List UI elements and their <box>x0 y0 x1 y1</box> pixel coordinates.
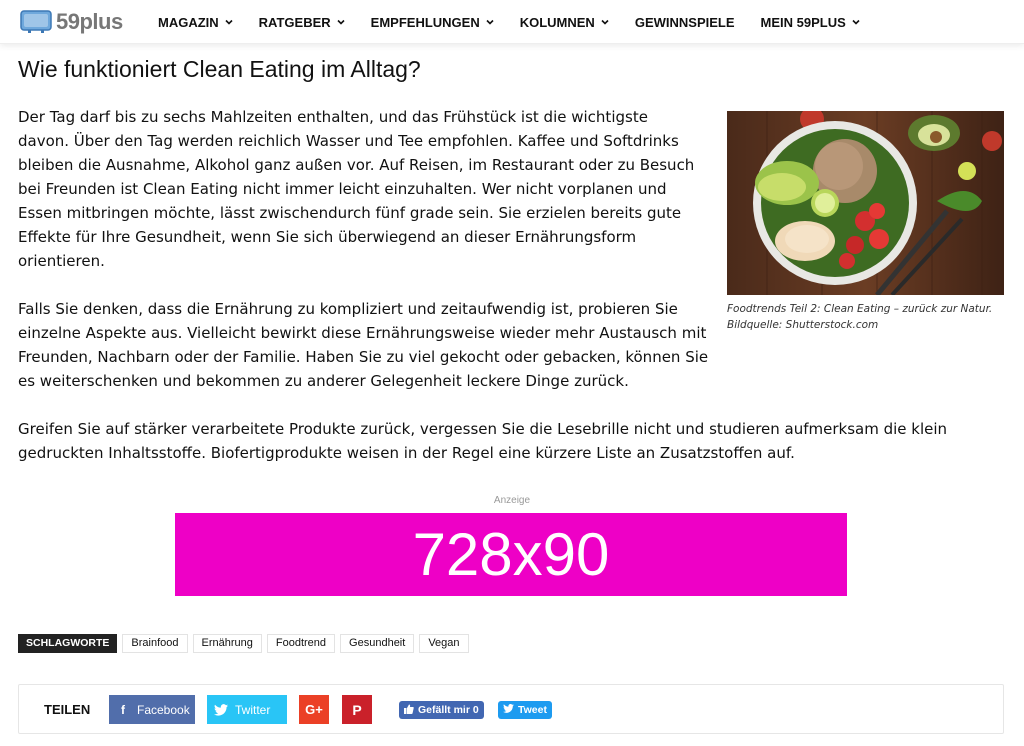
tag-gesundheit[interactable]: Gesundheit <box>340 634 415 653</box>
tag-list: SCHLAGWORTE Brainfood Ernährung Foodtrend G… <box>18 634 474 653</box>
nav-item-kolumnen[interactable]: KOLUMNEN <box>520 15 609 30</box>
nav-item-magazin[interactable]: MAGAZIN <box>158 15 233 30</box>
nav-item-label: GEWINNSPIELE <box>634 14 735 30</box>
paragraph-2-text: Falls Sie denken, dass die Ernährung zu … <box>18 300 709 390</box>
tag-vegan[interactable]: Vegan <box>419 634 469 653</box>
main-nav: MAGAZIN RATGEBER EMPFEHLUNGEN KOLUMNEN GEWIN… <box>158 0 886 44</box>
tv-logo-icon <box>20 10 52 33</box>
nav-item-label: RATGEBER <box>258 14 331 30</box>
tweet-button[interactable]: Tweet <box>498 701 552 719</box>
paragraph-3: Greifen Sie auf stärker verarbeitete Pro… <box>18 420 948 462</box>
salad-bowl-image <box>727 111 1004 295</box>
share-label: TEILEN <box>44 702 91 717</box>
chevron-down-icon <box>337 19 345 25</box>
chevron-down-icon <box>486 19 494 25</box>
facebook-label: Facebook <box>137 702 190 717</box>
chevron-down-icon <box>601 19 609 25</box>
ad-label: Anzeige <box>493 495 531 506</box>
nav-item-label: MEIN 59PLUS <box>760 14 846 30</box>
paragraph-1: Der Tag darf bis zu sechs Mahlzeiten ent… <box>18 108 695 270</box>
nav-item-label: KOLUMNEN <box>519 14 595 30</box>
nav-item-ratgeber[interactable]: RATGEBER <box>259 15 345 30</box>
nav-item-label: EMPFEHLUNGEN <box>370 14 480 30</box>
nav-item-empfehlungen[interactable]: EMPFEHLUNGEN <box>371 15 494 30</box>
facebook-share-button[interactable]: f Facebook <box>109 695 195 724</box>
tags-heading: SCHLAGWORTE <box>18 634 118 653</box>
ad-banner[interactable]: 728x90 <box>175 513 847 596</box>
ad-text: 728x90 <box>412 521 610 588</box>
article-title: Wie funktioniert Clean Eating im Alltag? <box>18 56 421 82</box>
twitter-bird-icon <box>503 704 514 716</box>
site-header: 59plus MAGAZIN RATGEBER EMPFEHLUNGEN KOLUMN… <box>0 0 1024 44</box>
twitter-share-button[interactable]: Twitter <box>207 695 287 724</box>
chevron-down-icon <box>225 19 233 25</box>
pinterest-icon: P <box>352 701 362 718</box>
twitter-bird-icon <box>207 695 235 724</box>
twitter-label: Twitter <box>235 702 271 717</box>
pinterest-share-button[interactable]: P <box>342 695 372 724</box>
float-spacer <box>718 297 1018 369</box>
googleplus-icon: G+ <box>305 702 323 717</box>
nav-item-gewinnspiele[interactable]: GEWINNSPIELE <box>635 15 735 30</box>
facebook-like-button[interactable]: Gefällt mir 0 <box>399 701 484 719</box>
site-logo[interactable]: 59plus <box>20 8 123 36</box>
facebook-icon: f <box>121 702 125 717</box>
tag-brainfood[interactable]: Brainfood <box>122 634 188 653</box>
tweet-label: Tweet <box>518 704 547 716</box>
nav-item-mein-59plus[interactable]: MEIN 59PLUS <box>761 15 860 30</box>
thumbs-up-icon <box>404 704 414 717</box>
logo-text: 59plus <box>56 9 123 34</box>
paragraph-2: Falls Sie denken, dass die Ernährung zu … <box>18 297 1018 393</box>
like-label: Gefällt mir 0 <box>418 704 479 716</box>
googleplus-share-button[interactable]: G+ <box>299 695 329 724</box>
tag-ernährung[interactable]: Ernährung <box>192 634 262 653</box>
chevron-down-icon <box>852 19 860 25</box>
article-image[interactable] <box>727 111 1004 295</box>
tag-foodtrend[interactable]: Foodtrend <box>266 634 336 653</box>
nav-item-label: MAGAZIN <box>158 14 219 30</box>
share-bar: TEILEN f Facebook Twitter G+ P Gefällt m… <box>18 684 1004 734</box>
